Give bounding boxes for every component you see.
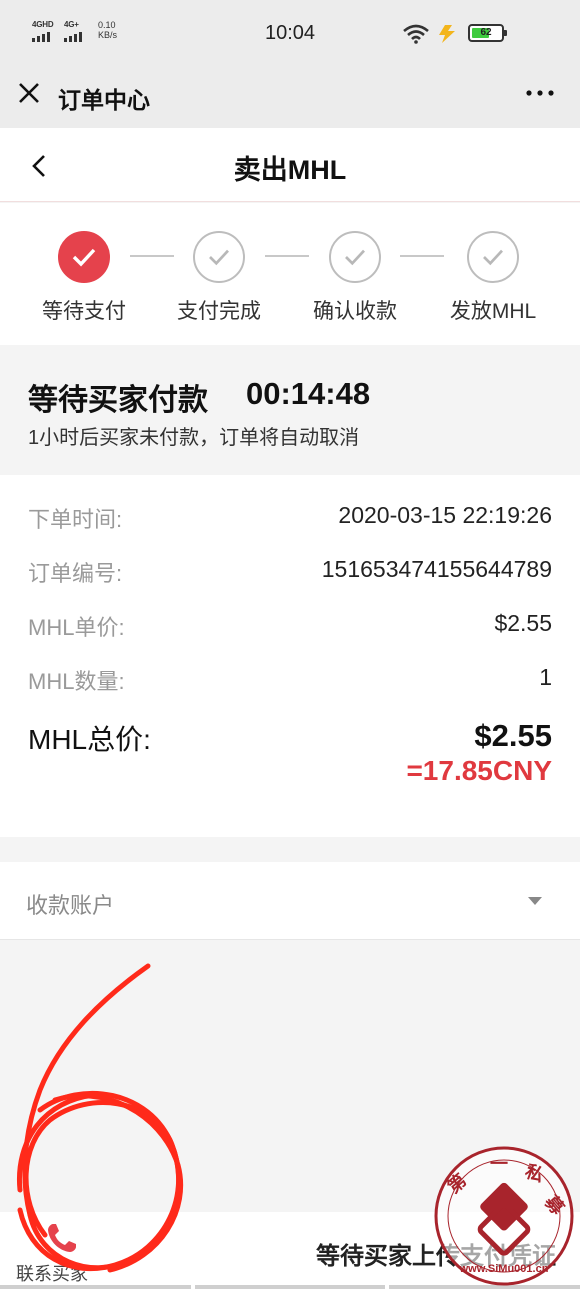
contact-buyer-label: 联系买家 (16, 1264, 88, 1284)
order-status: 等待买家付款 00:14:48 1小时后买家未付款，订单将自动取消 (0, 345, 580, 475)
detail-row-order-number: 订单编号: 1516534741556447​89 (28, 556, 552, 590)
step-waiting-payment: 等待支付 (24, 231, 144, 325)
progress-steps: 等待支付 支付完成 确认收款 发放MHL (0, 203, 580, 345)
step-label: 发放MHL (449, 300, 537, 323)
detail-row-total: MHL总价: $2.55 (28, 718, 552, 755)
charging-icon (439, 25, 455, 43)
detail-value: 1 (539, 664, 552, 690)
battery-icon: 62 (468, 24, 507, 42)
detail-row-quantity: MHL数量: 1 (28, 664, 552, 698)
detail-value: $2.55 (494, 610, 552, 636)
detail-row-unit-price: MHL单价: $2.55 (28, 610, 552, 644)
detail-label: MHL数量: (28, 669, 125, 694)
status-bar: 4GHD 4G+ 0.10 KB/s 10:04 62 (0, 0, 580, 68)
close-icon[interactable] (16, 80, 42, 106)
check-icon (209, 249, 229, 266)
detail-label: MHL总价: (28, 724, 151, 755)
wifi-icon (403, 24, 429, 44)
svg-text:一: 一 (490, 1154, 508, 1174)
contact-buyer-button[interactable]: 联系买家 (0, 1212, 140, 1289)
page-title: 卖出MHL (233, 155, 347, 185)
detail-label: 订单编号: (28, 561, 123, 586)
step-circle (329, 231, 381, 283)
status-notice: 1小时后买家未付款，订单将自动取消 (28, 427, 360, 449)
detail-label: 下单时间: (28, 507, 123, 532)
battery-percent: 62 (480, 27, 492, 38)
detail-value: 2020-03-15 22:19:26 (338, 502, 552, 528)
check-icon (483, 249, 503, 266)
payee-account-label: 收款账户 (26, 893, 115, 918)
step-circle (193, 231, 245, 283)
page-header: 卖出MHL (0, 128, 580, 202)
more-icon[interactable] (526, 90, 554, 96)
check-icon (72, 248, 96, 267)
top-nav: 订单中心 (0, 68, 580, 128)
total-cny: =17.85CNY (406, 755, 552, 786)
step-label: 确认收款 (313, 300, 397, 323)
watermark-stamp: 第 一 私 募 www.SiMu001.cn (434, 1146, 574, 1286)
detail-label: MHL单价: (28, 615, 125, 640)
step-release-mhl: 发放MHL (433, 231, 553, 325)
step-circle (467, 231, 519, 283)
step-label: 支付完成 (177, 300, 261, 323)
step-payment-complete: 支付完成 (159, 231, 279, 325)
step-circle (58, 231, 110, 283)
countdown-timer: 00:14:48 (246, 376, 371, 411)
phone-icon (48, 1224, 76, 1252)
svg-text:www.SiMu001.cn: www.SiMu001.cn (459, 1263, 549, 1275)
total-price: $2.55 (474, 718, 552, 753)
order-details: 下单时间: 2020-03-15 22:19:26 订单编号: 15165347… (0, 475, 580, 837)
caret-down-icon (528, 897, 542, 905)
detail-row-order-time: 下单时间: 2020-03-15 22:19:26 (28, 502, 552, 536)
payee-account-select[interactable]: 收款账户 (0, 862, 580, 940)
detail-value: 1516534741556447​89 (321, 556, 552, 582)
top-nav-title: 订单中心 (58, 87, 150, 113)
status-title: 等待买家付款 (28, 384, 208, 417)
check-icon (345, 249, 365, 266)
step-label: 等待支付 (42, 300, 126, 323)
step-confirm-receipt: 确认收款 (295, 231, 415, 325)
